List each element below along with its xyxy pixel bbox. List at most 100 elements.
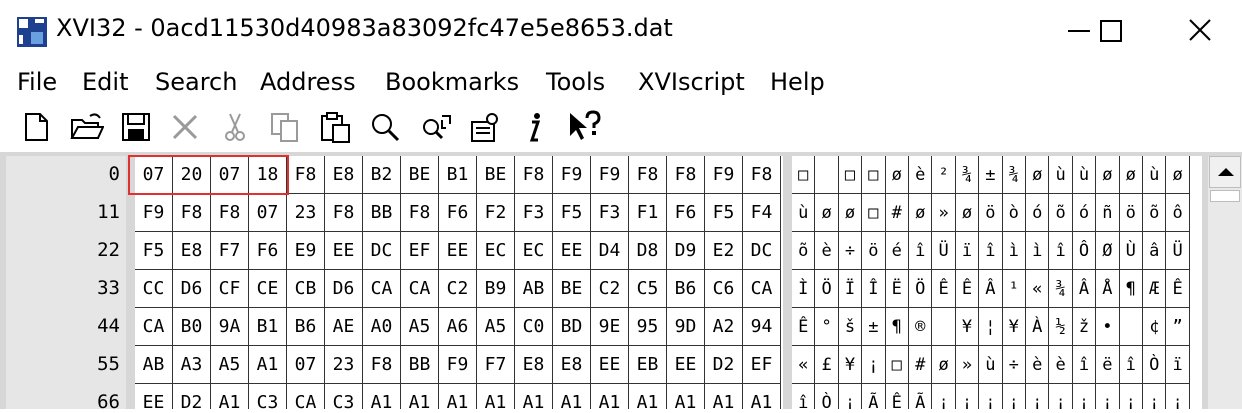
hex-byte-cell[interactable]: F3 (591, 194, 629, 232)
text-char-cell[interactable]: î (792, 384, 816, 409)
text-char-cell[interactable]: õ (792, 232, 816, 270)
text-char-cell[interactable]: ÷ (838, 232, 863, 270)
text-char-cell[interactable]: ¡ (1003, 384, 1026, 409)
hex-byte-cell[interactable]: A2 (705, 308, 743, 346)
text-char-cell[interactable] (1119, 308, 1143, 346)
hex-byte-cell[interactable]: F7 (211, 232, 249, 270)
open-button[interactable] (70, 110, 105, 144)
text-char-cell[interactable]: Ò (1143, 346, 1167, 384)
text-char-cell[interactable]: Ü (1166, 232, 1190, 270)
vertical-scrollbar[interactable] (1208, 156, 1242, 409)
text-char-cell[interactable]: ù (792, 194, 816, 232)
hex-byte-cell[interactable]: F8 (667, 156, 705, 194)
text-char-cell[interactable]: ø (1026, 156, 1050, 194)
paste-button[interactable] (318, 110, 352, 144)
text-char-cell[interactable]: ± (862, 308, 886, 346)
hex-byte-cell[interactable]: CA (287, 384, 325, 409)
context-help-button[interactable] (567, 110, 601, 144)
hex-byte-cell[interactable]: C3 (325, 384, 363, 409)
text-char-cell[interactable]: š (838, 308, 863, 346)
hex-byte-cell[interactable]: CB (287, 270, 325, 308)
hex-byte-cell[interactable]: D8 (629, 232, 667, 270)
menu-file[interactable]: File (17, 68, 57, 96)
menu-bookmarks[interactable]: Bookmarks (385, 68, 519, 96)
text-char-cell[interactable]: è (815, 232, 839, 270)
text-char-cell[interactable]: Ü (932, 232, 956, 270)
hex-byte-cell[interactable]: CA (743, 270, 781, 308)
text-char-cell[interactable]: ó (1026, 194, 1050, 232)
hex-byte-cell[interactable]: F9 (591, 156, 629, 194)
text-char-cell[interactable]: Ï (838, 270, 863, 308)
hex-byte-cell[interactable]: 9A (211, 308, 249, 346)
menu-search[interactable]: Search (155, 68, 237, 96)
hex-byte-cell[interactable]: F4 (743, 194, 781, 232)
hex-byte-cell[interactable]: E8 (515, 346, 553, 384)
hex-byte-cell[interactable]: A1 (705, 384, 743, 409)
hex-byte-cell[interactable]: E8 (553, 346, 591, 384)
text-char-cell[interactable]: Ò (815, 384, 839, 409)
hex-byte-cell[interactable]: F9 (135, 194, 173, 232)
hex-byte-cell[interactable]: AE (325, 308, 363, 346)
text-char-cell[interactable]: □ (862, 156, 886, 194)
hex-byte-cell[interactable]: A1 (401, 384, 439, 409)
hex-byte-cell[interactable]: F8 (515, 156, 553, 194)
text-char-cell[interactable]: ¢ (1143, 308, 1167, 346)
text-char-cell[interactable]: • (1096, 308, 1120, 346)
hex-byte-cell[interactable]: A5 (477, 308, 515, 346)
hex-byte-cell[interactable]: F2 (477, 194, 515, 232)
text-char-cell[interactable]: Ë (885, 270, 909, 308)
text-char-cell[interactable]: □ (838, 156, 863, 194)
text-char-cell[interactable]: Æ (1143, 270, 1167, 308)
text-char-cell[interactable]: Ã (862, 384, 886, 409)
hex-byte-cell[interactable]: D2 (173, 384, 211, 409)
hex-byte-cell[interactable]: B6 (287, 308, 325, 346)
hex-byte-cell[interactable]: F9 (553, 156, 591, 194)
hex-byte-cell[interactable]: C3 (249, 384, 287, 409)
hex-byte-cell[interactable]: F7 (477, 346, 515, 384)
text-char-cell[interactable]: ¥ (838, 346, 863, 384)
hex-byte-cell[interactable]: A1 (591, 384, 629, 409)
cut-button[interactable] (218, 110, 252, 144)
text-char-cell[interactable]: ì (1026, 232, 1050, 270)
hex-byte-cell[interactable]: A5 (401, 308, 439, 346)
scroll-up-button[interactable] (1209, 156, 1241, 188)
text-char-cell[interactable] (932, 308, 956, 346)
menu-help[interactable]: Help (770, 68, 825, 96)
hex-byte-cell[interactable]: F8 (325, 194, 363, 232)
hex-byte-cell[interactable]: BE (477, 156, 515, 194)
hex-byte-cell[interactable]: F8 (401, 194, 439, 232)
hex-byte-cell[interactable]: B1 (439, 156, 477, 194)
hex-byte-cell[interactable]: B2 (363, 156, 401, 194)
text-char-cell[interactable]: ¡ (979, 384, 1003, 409)
text-char-cell[interactable]: î (909, 232, 933, 270)
hex-byte-cell[interactable]: DC (743, 232, 781, 270)
hex-byte-cell[interactable]: C2 (439, 270, 477, 308)
text-char-cell[interactable]: « (1026, 270, 1050, 308)
hex-byte-cell[interactable]: CE (249, 270, 287, 308)
text-char-cell[interactable]: è (909, 156, 933, 194)
text-char-cell[interactable]: é (885, 232, 909, 270)
text-char-cell[interactable]: ø (1119, 156, 1143, 194)
text-char-cell[interactable]: î (1049, 232, 1073, 270)
hex-byte-cell[interactable]: CA (401, 270, 439, 308)
text-char-cell[interactable]: ¦ (979, 308, 1003, 346)
text-char-cell[interactable]: ø (838, 194, 863, 232)
hex-byte-cell[interactable]: A1 (515, 384, 553, 409)
text-char-cell[interactable]: Â (1072, 270, 1097, 308)
text-char-cell[interactable]: ¥ (955, 308, 980, 346)
hex-byte-cell[interactable]: C5 (629, 270, 667, 308)
text-char-cell[interactable]: ø (909, 194, 933, 232)
text-char-cell[interactable]: À (1026, 308, 1050, 346)
hex-byte-cell[interactable]: EE (591, 346, 629, 384)
text-char-cell[interactable]: » (932, 194, 956, 232)
hex-byte-cell[interactable]: E2 (705, 232, 743, 270)
hex-byte-cell[interactable]: E9 (287, 232, 325, 270)
hex-byte-cell[interactable]: 07 (249, 194, 287, 232)
text-char-cell[interactable]: » (955, 346, 980, 384)
text-char-cell[interactable]: Ê (792, 308, 816, 346)
hex-byte-cell[interactable]: A1 (477, 384, 515, 409)
text-char-cell[interactable]: Ù (1119, 232, 1143, 270)
text-char-cell[interactable] (815, 156, 839, 194)
menu-xviscript[interactable]: XVIscript (638, 68, 745, 96)
maximize-button[interactable] (1080, 10, 1140, 52)
